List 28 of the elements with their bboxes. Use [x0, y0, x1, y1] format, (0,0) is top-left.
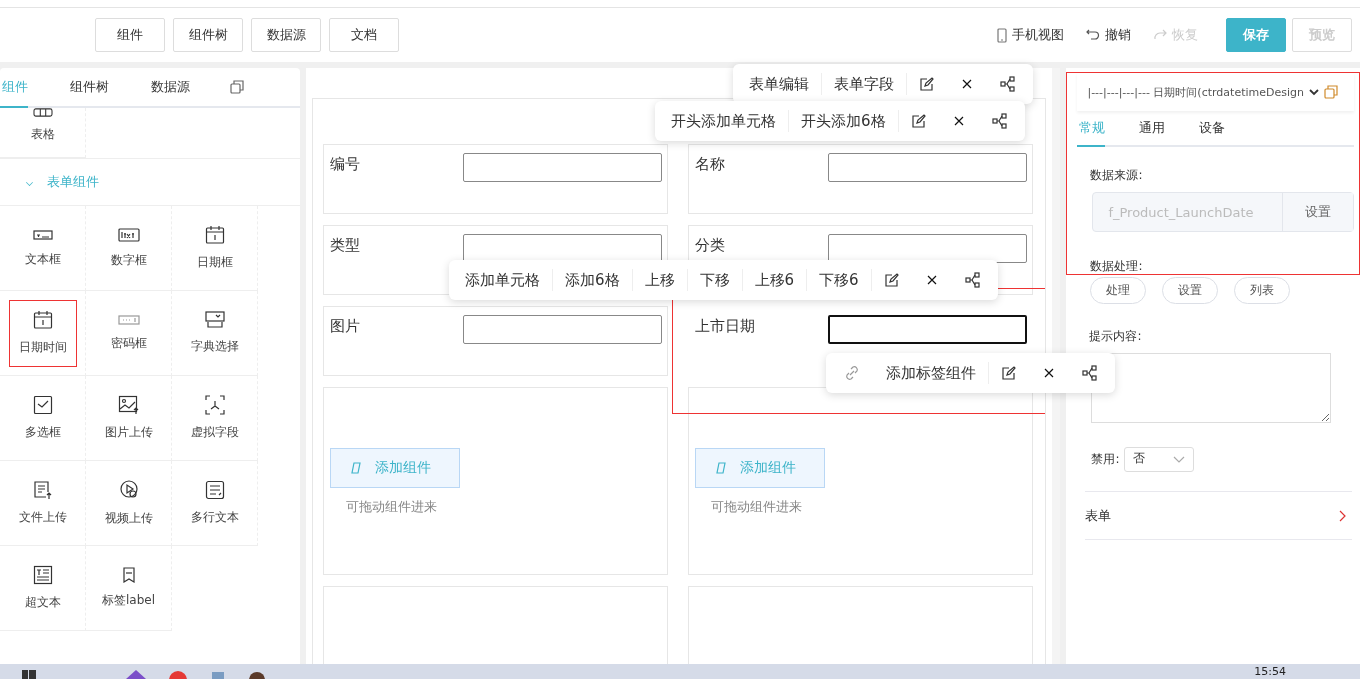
drop-hint: 可拖动组件进来 — [344, 498, 437, 516]
component-label: 虚拟字段 — [190, 424, 239, 441]
component-label: 超文本 — [24, 594, 61, 611]
field-label: 名称 — [694, 154, 726, 174]
component-label: 图片上传 — [104, 424, 153, 441]
component-label: 日期时间 — [18, 339, 67, 356]
field-label: 数据处理: — [1090, 258, 1144, 275]
field-label: 上市日期 — [694, 316, 756, 336]
component-label: 视频上传 — [104, 510, 153, 527]
component-label: 表格 — [30, 126, 55, 143]
component-label: 文本框 — [24, 251, 61, 268]
field-label: 数据来源: — [1090, 167, 1144, 184]
drop-hint: 可拖动组件进来 — [709, 498, 802, 516]
field-label: 提示内容: — [1089, 328, 1143, 345]
component-label: 文件上传 — [18, 509, 67, 526]
component-label: 多选框 — [24, 424, 61, 441]
component-label: 日期框 — [196, 254, 233, 271]
component-label: 字典选择 — [190, 338, 239, 355]
field-label: 禁用: — [1091, 451, 1120, 468]
field-label: 分类 — [694, 235, 726, 255]
component-label: 密码框 — [110, 335, 147, 352]
component-label: 数字框 — [110, 252, 147, 269]
field-label: 编号 — [329, 154, 361, 174]
component-label: 多行文本 — [190, 509, 239, 526]
component-label: 标签label — [102, 592, 155, 609]
field-label: 图片 — [329, 316, 361, 336]
clock: 15:54 — [1254, 665, 1286, 678]
field-label: 类型 — [329, 235, 361, 255]
